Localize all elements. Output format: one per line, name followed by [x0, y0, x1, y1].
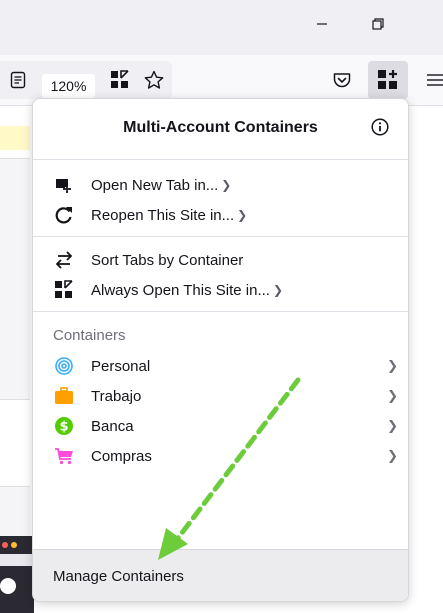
chevron-right-icon[interactable]: ❯	[387, 448, 398, 464]
page-highlight	[0, 126, 30, 150]
menu-label: Open New Tab in...	[91, 176, 219, 194]
pocket-icon[interactable]	[328, 66, 356, 94]
containers-icon	[377, 69, 399, 96]
chevron-right-icon: ❯	[272, 283, 284, 297]
container-name: Trabajo	[91, 387, 142, 405]
menu-label: Always Open This Site in...	[91, 281, 270, 299]
cart-icon	[53, 445, 75, 467]
divider	[33, 236, 408, 237]
new-tab-icon	[53, 174, 75, 196]
minimize-icon[interactable]	[310, 12, 334, 36]
always-open-icon	[53, 279, 75, 301]
briefcase-icon	[53, 385, 75, 407]
bookmark-star-icon[interactable]	[140, 66, 168, 94]
page-section	[0, 486, 30, 537]
containers-panel: Multi-Account Containers Open New Tab in…	[32, 98, 409, 602]
open-new-tab-in-item[interactable]: Open New Tab in... ❯	[53, 171, 231, 199]
container-name: Banca	[91, 417, 134, 435]
container-item-compras[interactable]: Compras ❯	[53, 442, 398, 470]
container-item-banca[interactable]: $ Banca ❯	[53, 412, 398, 440]
menu-label: Reopen This Site in...	[91, 206, 235, 224]
containers-pageaction-icon[interactable]	[106, 66, 134, 94]
containers-extension-button[interactable]	[368, 61, 408, 99]
chevron-right-icon: ❯	[221, 178, 232, 192]
container-name: Compras	[91, 447, 152, 465]
footer-label: Manage Containers	[53, 568, 184, 585]
restore-icon[interactable]	[366, 12, 390, 36]
sort-tabs-item[interactable]: Sort Tabs by Container	[53, 246, 243, 274]
zoom-level[interactable]: 120%	[42, 74, 95, 98]
chevron-right-icon: ❯	[237, 208, 248, 222]
containers-heading: Containers	[53, 327, 126, 344]
menu-icon[interactable]	[420, 66, 443, 94]
menu-label: Sort Tabs by Container	[91, 251, 244, 269]
sort-icon	[53, 249, 75, 271]
divider	[33, 159, 408, 160]
title-bar	[0, 0, 443, 55]
info-icon[interactable]	[371, 118, 389, 136]
fingerprint-icon	[53, 355, 75, 377]
container-item-trabajo[interactable]: Trabajo ❯	[53, 382, 398, 410]
panel-title: Multi-Account Containers	[123, 119, 318, 136]
chevron-right-icon[interactable]: ❯	[387, 358, 398, 374]
page-thumbnail	[0, 536, 34, 613]
reopen-icon	[53, 204, 75, 226]
container-item-personal[interactable]: Personal ❯	[53, 352, 398, 380]
dollar-icon: $	[53, 415, 75, 437]
url-bar[interactable]: 120%	[0, 61, 172, 99]
manage-containers-button[interactable]: Manage Containers	[33, 549, 408, 601]
svg-text:$: $	[59, 420, 68, 435]
chevron-right-icon[interactable]: ❯	[387, 388, 398, 404]
container-name: Personal	[91, 357, 151, 375]
page-section	[0, 158, 30, 400]
reader-view-icon[interactable]	[4, 66, 32, 94]
always-open-site-in-item[interactable]: Always Open This Site in... ❯	[53, 276, 283, 304]
divider	[33, 311, 408, 312]
chevron-right-icon[interactable]: ❯	[387, 418, 398, 434]
reopen-site-in-item[interactable]: Reopen This Site in... ❯	[53, 201, 247, 229]
